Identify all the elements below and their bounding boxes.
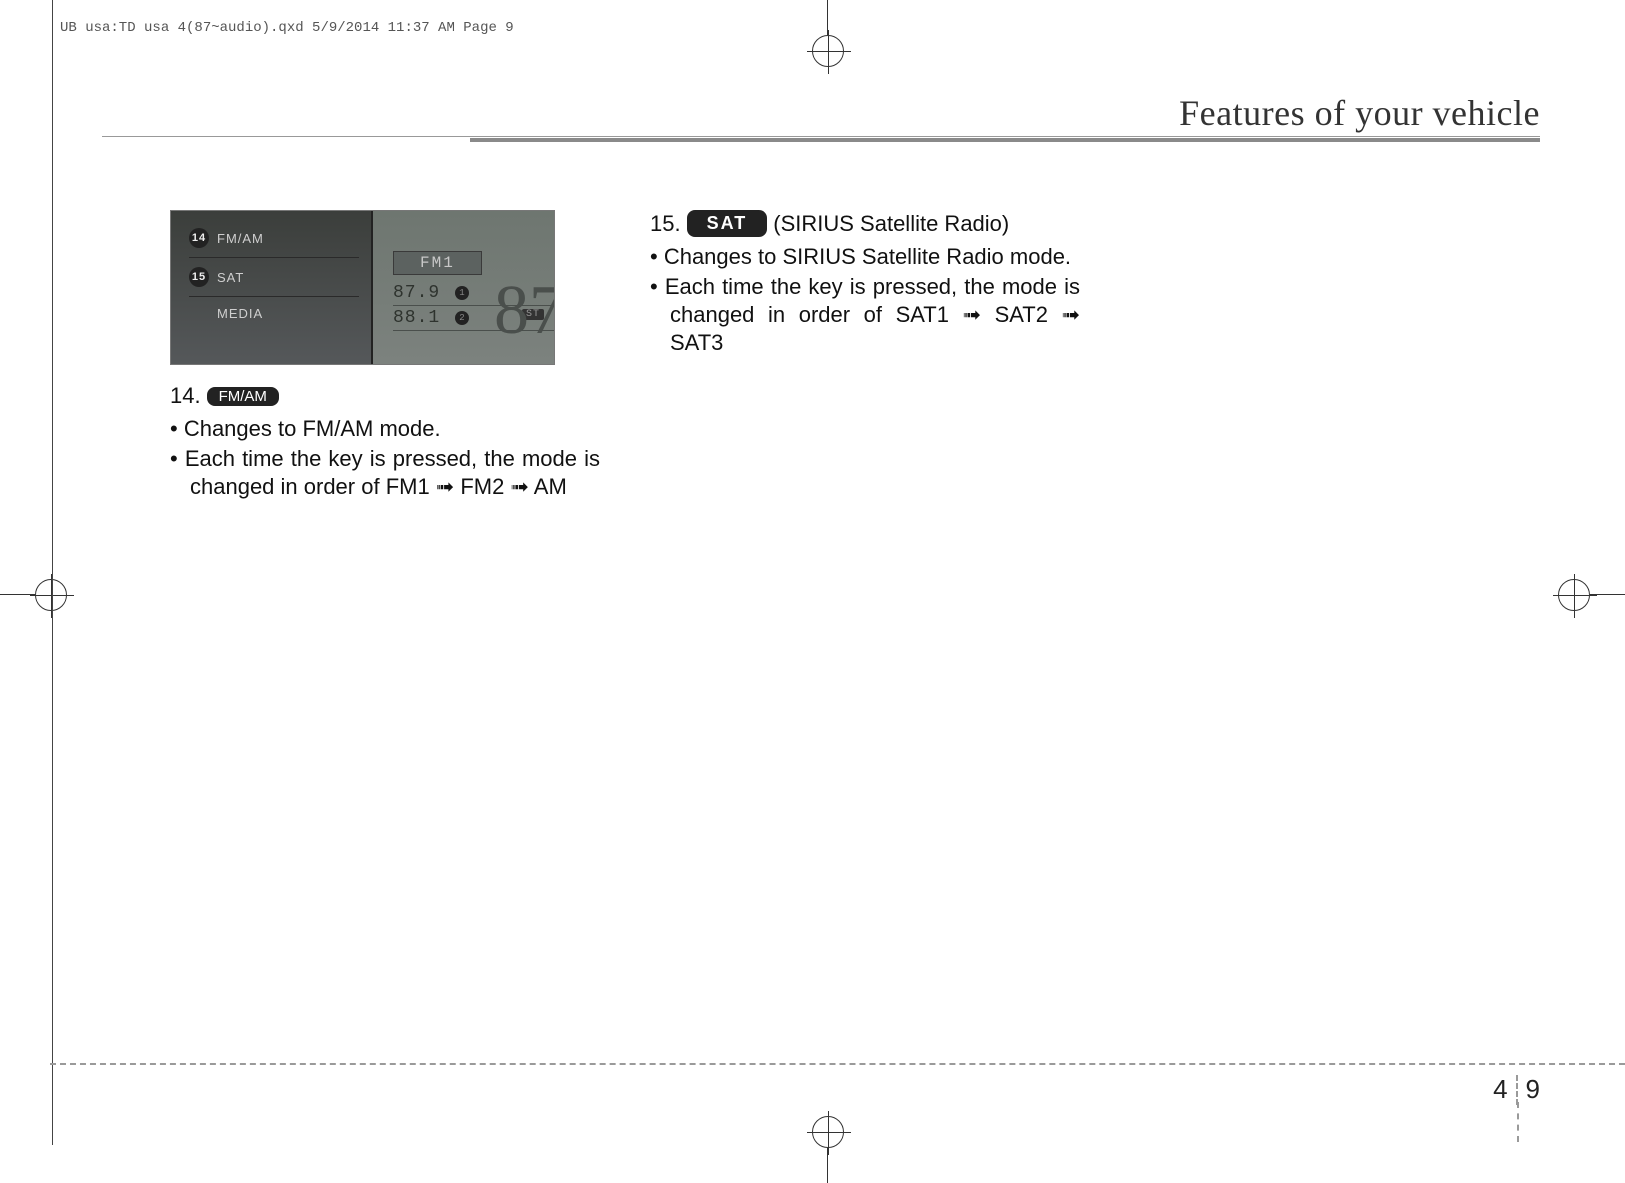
item-15-number: 15. bbox=[650, 211, 681, 237]
item-14-heading: 14. FM/AM bbox=[170, 383, 600, 409]
figure-preset-slot-1: 1 bbox=[455, 286, 469, 300]
item-15-bullets: Changes to SIRIUS Satellite Radio mode. … bbox=[650, 243, 1080, 358]
figure-label-media: MEDIA bbox=[217, 306, 263, 321]
figure-preset-freq-2: 88.1 bbox=[393, 308, 449, 328]
radio-figure: 14 FM/AM 15 SAT MEDIA FM1 ST bbox=[170, 210, 555, 365]
item-14-bullet-2: Each time the key is pressed, the mode i… bbox=[170, 445, 600, 501]
footer-dashed-line bbox=[50, 1063, 1625, 1065]
item-14-number: 14. bbox=[170, 383, 201, 409]
figure-callout-15: 15 bbox=[189, 267, 209, 287]
item-15-bullet-1: Changes to SIRIUS Satellite Radio mode. bbox=[650, 243, 1080, 271]
fmam-key-badge: FM/AM bbox=[207, 387, 279, 406]
column-1: 14 FM/AM 15 SAT MEDIA FM1 ST bbox=[170, 210, 600, 503]
figure-preset-slot-2: 2 bbox=[455, 311, 469, 325]
column-2: 15. SAT (SIRIUS Satellite Radio) Changes… bbox=[650, 210, 1080, 503]
item-15-heading: 15. SAT (SIRIUS Satellite Radio) bbox=[650, 210, 1080, 237]
section-title: Features of your vehicle bbox=[470, 92, 1540, 134]
item-15-suffix: (SIRIUS Satellite Radio) bbox=[773, 211, 1009, 237]
figure-label-sat: SAT bbox=[217, 270, 244, 285]
page-number-separator bbox=[1516, 1075, 1518, 1105]
item-15-bullet-2: Each time the key is pressed, the mode i… bbox=[650, 273, 1080, 357]
chapter-number: 4 bbox=[1493, 1074, 1507, 1105]
figure-big-freq: 87 bbox=[494, 271, 555, 351]
item-14-bullet-1: Changes to FM/AM mode. bbox=[170, 415, 600, 443]
page-number-value: 9 bbox=[1526, 1074, 1540, 1105]
sat-key-badge: SAT bbox=[687, 210, 768, 237]
section-header: Features of your vehicle bbox=[470, 92, 1540, 142]
figure-band: FM1 bbox=[393, 251, 482, 275]
figure-label-fmam: FM/AM bbox=[217, 231, 264, 246]
page-number: 4 9 bbox=[1493, 1074, 1540, 1105]
page-frame bbox=[52, 0, 1586, 1145]
figure-preset-freq-1: 87.9 bbox=[393, 283, 449, 303]
item-14-bullets: Changes to FM/AM mode. Each time the key… bbox=[170, 415, 600, 501]
figure-callout-14: 14 bbox=[189, 228, 209, 248]
